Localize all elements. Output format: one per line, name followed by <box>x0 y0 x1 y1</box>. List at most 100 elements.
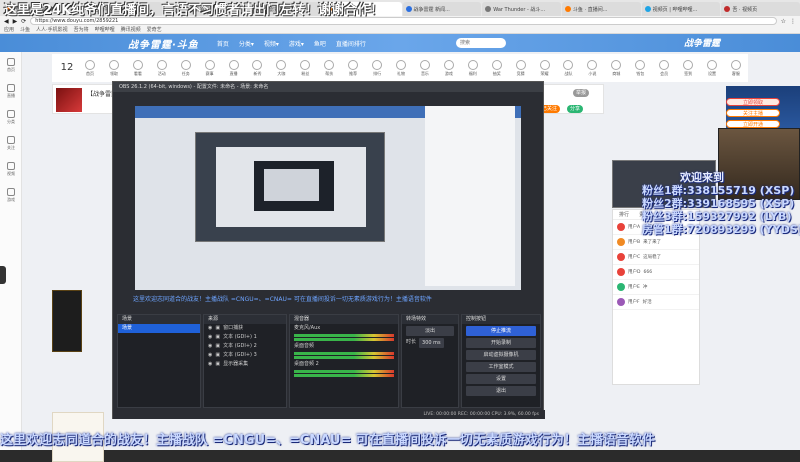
control-button[interactable]: 停止推流 <box>466 326 536 336</box>
control-button[interactable]: 设置 <box>466 374 536 384</box>
promo-button[interactable]: 关注主播 <box>726 109 780 117</box>
reload-icon[interactable]: ⟳ <box>21 18 26 25</box>
eye-icon[interactable]: ◉ <box>208 342 212 351</box>
lock-icon[interactable]: ▣ <box>215 333 220 342</box>
chat-user[interactable]: 用户F <box>628 299 640 305</box>
transition-select[interactable]: 淡出 <box>406 326 454 336</box>
promo-button[interactable]: 立即开通 <box>726 120 780 128</box>
nav-link[interactable]: 首页 <box>217 39 229 48</box>
avatar[interactable] <box>617 283 625 291</box>
avatar[interactable] <box>617 253 625 261</box>
bookmark-item[interactable]: 应用 <box>4 26 14 34</box>
rail-item[interactable]: 游戏 <box>0 182 22 208</box>
promo-button[interactable]: 立即领取 <box>726 98 780 106</box>
category-item[interactable]: 抽奖 <box>485 56 509 80</box>
collapse-handle[interactable] <box>0 266 6 284</box>
category-item[interactable]: 会员 <box>652 56 676 80</box>
control-button[interactable]: 启动虚拟摄像机 <box>466 350 536 360</box>
category-item[interactable]: 推荐 <box>341 56 365 80</box>
calendar-date[interactable]: 12 <box>56 63 78 73</box>
duration-input[interactable]: 300 ms <box>419 337 444 348</box>
bookmark-item[interactable]: 斗鱼 <box>20 26 30 34</box>
bookmark-item[interactable]: 人人·手机影视 <box>36 26 68 34</box>
category-item[interactable]: 设置 <box>700 56 724 80</box>
nav-link[interactable]: 鱼吧 <box>314 39 326 48</box>
chat-user[interactable]: 用户B <box>628 239 640 245</box>
browser-tab[interactable]: 斗鱼 · 直播间... <box>561 2 641 16</box>
chat-user[interactable]: 用户D <box>628 269 640 275</box>
left-game-thumbnail[interactable] <box>52 290 82 352</box>
rail-item[interactable]: 分类 <box>0 104 22 130</box>
control-button[interactable]: 退出 <box>466 386 536 396</box>
avatar[interactable] <box>617 223 625 231</box>
chat-user[interactable]: 用户C <box>628 254 640 260</box>
category-item[interactable]: 小说 <box>580 56 604 80</box>
rail-item[interactable]: 首页 <box>0 52 22 78</box>
avatar[interactable] <box>617 298 625 306</box>
source-item[interactable]: ◉ ▣ 窗口捕获 <box>204 324 286 333</box>
eye-icon[interactable]: ◉ <box>208 324 212 333</box>
browser-tab[interactable]: War Thunder - 战斗... <box>482 2 561 16</box>
chat-user[interactable]: 用户E <box>628 284 640 290</box>
category-item[interactable]: 大咖 <box>269 56 293 80</box>
eye-icon[interactable]: ◉ <box>208 333 212 342</box>
bookmark-item[interactable]: 吾为将 <box>74 26 89 34</box>
lock-icon[interactable]: ▣ <box>215 360 220 369</box>
category-item[interactable]: 游戏 <box>437 56 461 80</box>
category-item[interactable]: 钱包 <box>628 56 652 80</box>
nav-link[interactable]: 游戏▾ <box>289 39 304 48</box>
category-item[interactable]: 竞猜 <box>509 56 533 80</box>
category-item[interactable]: 福利 <box>461 56 485 80</box>
category-item[interactable]: 直播 <box>222 56 246 80</box>
star-icon[interactable]: ☆ <box>781 18 786 25</box>
room-avatar[interactable] <box>56 88 82 112</box>
avatar[interactable] <box>617 238 625 246</box>
bookmark-item[interactable]: 哔哩哔哩 <box>95 26 115 34</box>
category-item[interactable]: 商城 <box>604 56 628 80</box>
browser-tab[interactable]: 视频页 | 哔哩哔哩... <box>641 2 721 16</box>
category-item[interactable]: 粉丝 <box>293 56 317 80</box>
category-item[interactable]: 荣耀 <box>533 56 557 80</box>
source-item[interactable]: ◉ ▣ 文本 (GDI+) 2 <box>204 342 286 351</box>
avatar[interactable] <box>617 268 625 276</box>
browser-tab[interactable]: 战争雷霆 新闻... <box>402 2 482 16</box>
category-item[interactable]: 新秀 <box>246 56 270 80</box>
rail-item[interactable]: 视频 <box>0 156 22 182</box>
lock-icon[interactable]: ▣ <box>215 342 220 351</box>
eye-icon[interactable]: ◉ <box>208 351 212 360</box>
browser-tab[interactable]: 吾 · 视频页 <box>721 2 800 16</box>
stream-video[interactable]: OBS 26.1.2 (64-bit, windows) - 配置文件: 未命名… <box>112 81 545 419</box>
eye-icon[interactable]: ◉ <box>208 360 212 369</box>
control-button[interactable]: 开始录制 <box>466 338 536 348</box>
chat-user[interactable]: 用户A <box>628 224 640 230</box>
category-item[interactable]: 排行 <box>365 56 389 80</box>
category-item[interactable]: 任务 <box>174 56 198 80</box>
lock-icon[interactable]: ▣ <box>215 351 220 360</box>
back-icon[interactable]: ◀ <box>4 18 9 25</box>
report-button[interactable]: 举报 <box>573 89 590 97</box>
volume-slider[interactable] <box>294 356 394 359</box>
bookmark-item[interactable]: 爱奇艺 <box>147 26 162 34</box>
category-item[interactable]: 帮扶 <box>317 56 341 80</box>
lock-icon[interactable]: ▣ <box>215 324 220 333</box>
category-item[interactable]: 赛事 <box>198 56 222 80</box>
nav-link[interactable]: 直播间排行 <box>336 39 366 48</box>
source-item[interactable]: ◉ ▣ 文本 (GDI+) 1 <box>204 333 286 342</box>
site-logo[interactable]: 战争雷霆·斗鱼 <box>128 36 199 51</box>
category-item[interactable]: 音乐 <box>413 56 437 80</box>
nav-link[interactable]: 视频▾ <box>264 39 279 48</box>
bookmark-item[interactable]: 腾讯视频 <box>121 26 141 34</box>
category-item[interactable]: 看看 <box>126 56 150 80</box>
rail-item[interactable]: 关注 <box>0 130 22 156</box>
category-item[interactable]: 客服 <box>724 56 748 80</box>
volume-slider[interactable] <box>294 338 394 341</box>
menu-icon[interactable]: ⋮ <box>790 18 796 25</box>
category-item[interactable]: 首页 <box>78 56 102 80</box>
category-item[interactable]: 战队 <box>557 56 581 80</box>
category-item[interactable]: 签到 <box>676 56 700 80</box>
chat-tab[interactable]: 排行 <box>619 210 629 219</box>
volume-slider[interactable] <box>294 374 394 377</box>
share-button[interactable]: 分享 <box>567 105 584 113</box>
category-item[interactable]: 领取 <box>102 56 126 80</box>
source-item[interactable]: ◉ ▣ 显示器采集 <box>204 360 286 369</box>
